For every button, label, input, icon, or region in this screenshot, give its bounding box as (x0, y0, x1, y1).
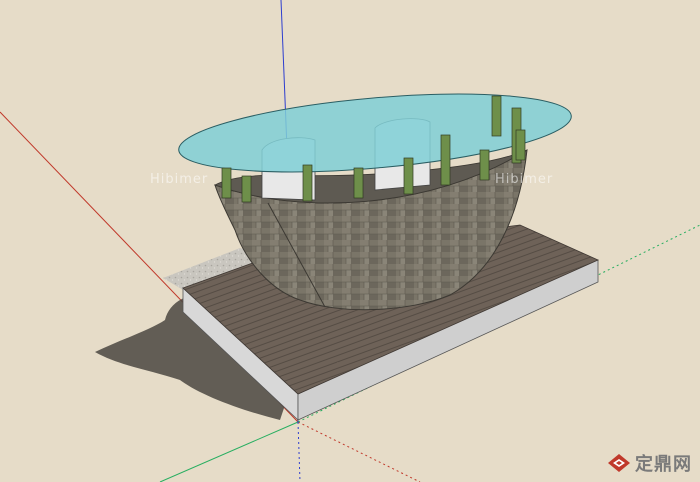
post (302, 164, 313, 202)
post (241, 175, 252, 203)
green-axis-line (159, 421, 299, 482)
model-canvas[interactable] (0, 0, 700, 482)
brand-name: 定鼎网 (635, 454, 692, 475)
blue-axis-dotted-line (297, 421, 301, 482)
post (403, 157, 414, 195)
post (440, 134, 451, 186)
diamond-house-logo-icon (608, 454, 630, 472)
sketchup-viewport[interactable]: Hibimer Hibimer 定鼎网 (0, 0, 700, 482)
post (491, 95, 502, 137)
post (221, 167, 232, 199)
brand-logo-area: 定鼎网 (607, 450, 692, 476)
post (479, 149, 490, 181)
red-axis-dotted-line (297, 421, 421, 482)
post (515, 129, 526, 161)
post (353, 167, 364, 199)
